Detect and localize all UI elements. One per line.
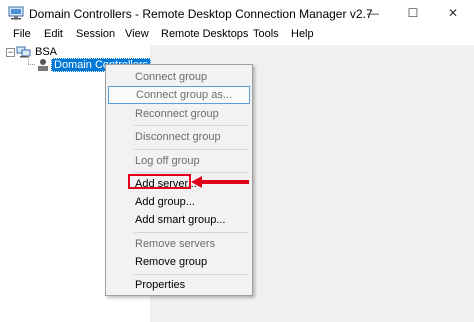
menu-item-remove-servers[interactable]: Remove servers — [106, 235, 252, 253]
menu-separator — [134, 125, 248, 126]
servers-group-icon — [16, 46, 31, 58]
menu-item-label: Disconnect group — [135, 131, 221, 143]
menu-tools[interactable]: Tools — [253, 28, 279, 40]
menu-item-label: Connect group as... — [136, 89, 233, 101]
menu-item-add-smart-group[interactable]: Add smart group... — [106, 211, 252, 229]
menu-item-properties[interactable]: Properties — [106, 276, 252, 294]
close-button[interactable]: ✕ — [433, 0, 473, 27]
menu-bar: File Edit Session View Remote Desktops T… — [0, 27, 474, 44]
collapse-toggle[interactable]: − — [6, 48, 15, 57]
menu-item-label: Log off group — [135, 155, 200, 167]
menu-separator — [134, 149, 248, 150]
menu-item-label: Reconnect group — [135, 108, 219, 120]
menu-item-add-group[interactable]: Add group... — [106, 193, 252, 211]
menu-view[interactable]: View — [125, 28, 149, 40]
maximize-button[interactable]: ☐ — [393, 0, 433, 27]
annotation-highlight-box — [128, 174, 191, 189]
tree-node-bsa[interactable]: BSA — [35, 46, 57, 58]
menu-item-label: Properties — [135, 279, 186, 291]
menu-file[interactable]: File — [13, 28, 31, 40]
tree-connector — [28, 57, 29, 64]
annotation-arrow-icon — [191, 176, 249, 188]
menu-item-label: Remove servers — [135, 238, 216, 250]
tree-connector — [28, 64, 35, 65]
menu-item-connect-group-as[interactable]: Connect group as... — [108, 86, 250, 104]
menu-session[interactable]: Session — [76, 28, 115, 40]
menu-separator — [134, 172, 248, 173]
title-bar: Domain Controllers - Remote Desktop Conn… — [0, 0, 474, 28]
menu-item-label: Connect group — [135, 71, 208, 83]
app-icon — [8, 6, 24, 20]
menu-edit[interactable]: Edit — [44, 28, 63, 40]
menu-remote-desktops[interactable]: Remote Desktops — [161, 28, 248, 40]
menu-item-label: Add smart group... — [135, 214, 226, 226]
menu-item-reconnect-group[interactable]: Reconnect group — [106, 105, 252, 123]
menu-item-label: Remove group — [135, 256, 208, 268]
menu-help[interactable]: Help — [291, 28, 314, 40]
menu-separator — [134, 274, 248, 275]
minimize-button[interactable]: — — [353, 0, 393, 27]
menu-item-remove-group[interactable]: Remove group — [106, 253, 252, 271]
group-icon — [38, 59, 48, 71]
menu-separator — [134, 232, 248, 233]
menu-item-log-off-group[interactable]: Log off group — [106, 152, 252, 170]
menu-item-disconnect-group[interactable]: Disconnect group — [106, 128, 252, 146]
menu-item-label: Add group... — [135, 196, 195, 208]
menu-item-connect-group[interactable]: Connect group — [106, 68, 252, 86]
window-title: Domain Controllers - Remote Desktop Conn… — [29, 7, 373, 21]
